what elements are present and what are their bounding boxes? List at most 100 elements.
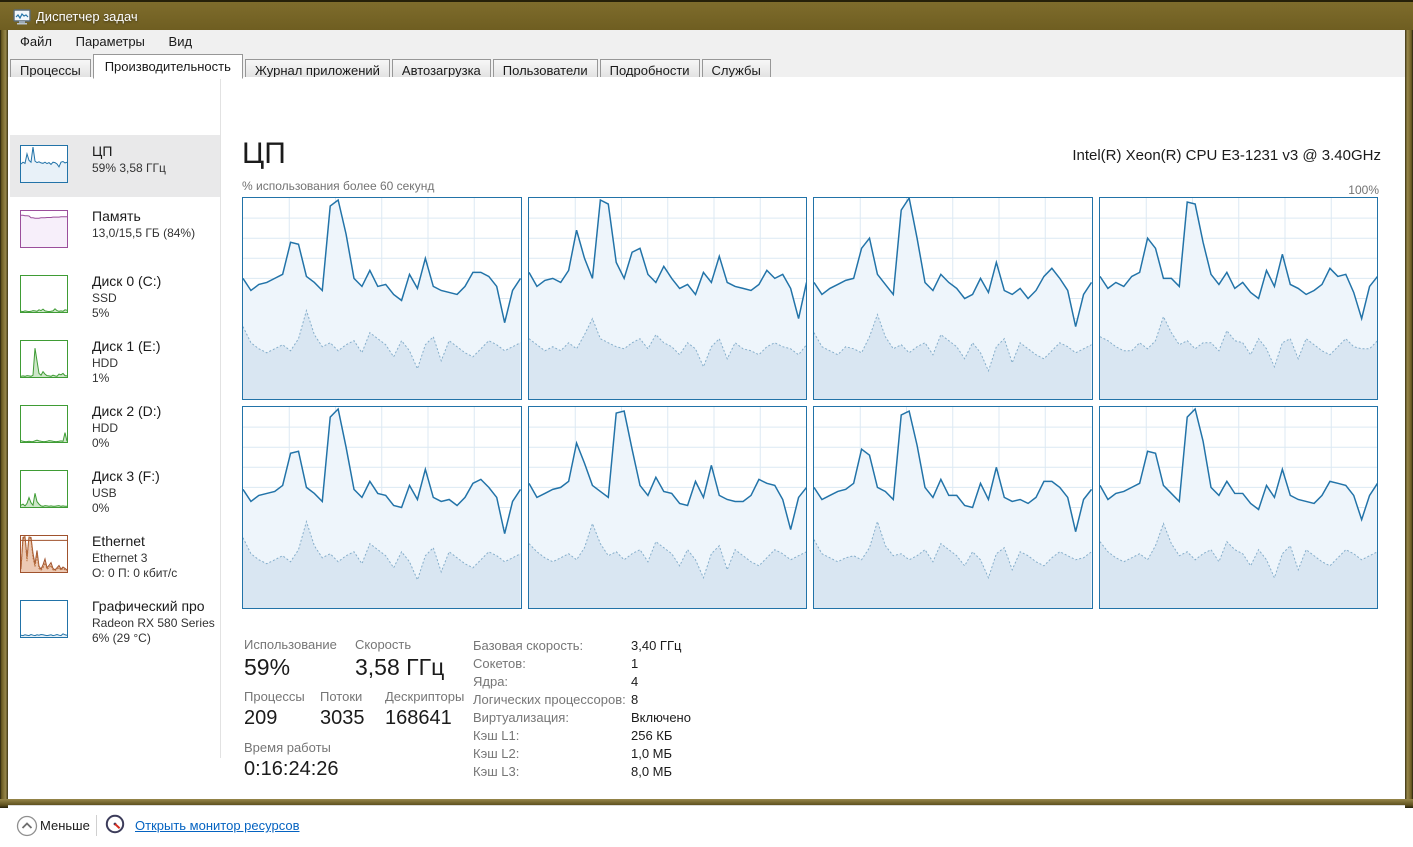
sidebar-item-detail: 13,0/15,5 ГБ (84%) [92, 226, 196, 240]
processes-label: Процессы [244, 689, 305, 704]
task-manager-icon [13, 9, 31, 25]
sidebar-item-detail: 59% 3,58 ГГц [92, 161, 166, 175]
menu-file[interactable]: Файл [10, 30, 62, 53]
sidebar-item-disk2[interactable]: Диск 2 (D:) HDD 0% [10, 395, 220, 457]
menu-bar: Файл Параметры Вид [8, 30, 1405, 54]
sidebar-item-detail: HDD [92, 421, 118, 435]
usage-value: 59% [244, 654, 291, 680]
sidebar-item-disk3[interactable]: Диск 3 (F:) USB 0% [10, 460, 220, 522]
cpu-core-graph [242, 406, 522, 609]
window-content: Файл Параметры Вид Процессы Производитель… [8, 30, 1405, 847]
sidebar-item-detail: 6% (29 °C) [92, 631, 151, 645]
cpu-core-graph [813, 406, 1093, 609]
sidebar-item-detail: 1% [92, 371, 110, 385]
sidebar-item-title: Ethernet [92, 533, 145, 549]
graph-subtitle: % использования более 60 секунд [242, 179, 435, 193]
spec-label: Виртуализация: [473, 710, 569, 725]
spec-row: Виртуализация: Включено [473, 709, 893, 727]
spec-label: Кэш L3: [473, 764, 520, 779]
sidebar-item-ethernet[interactable]: Ethernet Ethernet 3 О: 0 П: 0 кбит/с [10, 525, 220, 587]
footer-bar: Меньше Открыть монитор ресурсов [8, 805, 1405, 847]
open-resource-monitor-link[interactable]: Открыть монитор ресурсов [135, 818, 299, 833]
title-bar[interactable]: Диспетчер задач [0, 0, 1413, 30]
spec-value: 256 КБ [631, 728, 673, 743]
sidebar-divider [220, 79, 221, 758]
sidebar-item-detail: SSD [92, 291, 117, 305]
disk0-mini-graph [20, 275, 68, 313]
performance-pane: ЦП 59% 3,58 ГГц Память 13,0/15,5 ГБ (84%) … [8, 77, 1405, 847]
tab-strip: Процессы Производительность Журнал приложе… [10, 54, 1403, 80]
threads-label: Потоки [320, 689, 363, 704]
speed-value: 3,58 ГГц [355, 654, 445, 680]
spec-value: 1,0 МБ [631, 746, 673, 761]
cpu-core-graph [527, 406, 807, 609]
spec-row: Логических процессоров: 8 [473, 691, 893, 709]
cpu-core-graph [527, 197, 807, 400]
gpu-mini-graph [20, 600, 68, 638]
sidebar-item-detail: Radeon RX 580 Series [92, 616, 215, 630]
sidebar-item-memory[interactable]: Память 13,0/15,5 ГБ (84%) [10, 200, 220, 262]
cpu-mini-graph [20, 145, 68, 183]
sidebar-item-title: Память [92, 208, 141, 224]
page-title: ЦП [242, 137, 286, 170]
sidebar-item-cpu[interactable]: ЦП 59% 3,58 ГГц [10, 135, 220, 197]
spec-row: Сокетов: 1 [473, 655, 893, 673]
cpu-core-graph [1098, 406, 1378, 609]
memory-mini-graph [20, 210, 68, 248]
sidebar-item-title: Диск 0 (C:) [92, 273, 162, 289]
menu-options[interactable]: Параметры [66, 30, 155, 53]
graph-scale-label: 100% [1348, 183, 1379, 197]
spec-label: Кэш L1: [473, 728, 520, 743]
cpu-model-name: Intel(R) Xeon(R) CPU E3-1231 v3 @ 3.40GH… [1072, 147, 1381, 164]
sidebar-item-gpu[interactable]: Графический про Radeon RX 580 Series 6% (2… [10, 590, 220, 652]
uptime-label: Время работы [244, 740, 331, 755]
spec-value: 8,0 МБ [631, 764, 673, 779]
spec-row: Кэш L3: 8,0 МБ [473, 763, 893, 781]
spec-label: Кэш L2: [473, 746, 520, 761]
spec-row: Кэш L2: 1,0 МБ [473, 745, 893, 763]
spec-label: Базовая скорость: [473, 638, 584, 653]
cpu-spec-list: Базовая скорость: 3,40 ГГц Сокетов: 1 Ядра… [473, 637, 893, 781]
sidebar-item-title: Графический про [92, 598, 205, 614]
sidebar-item-title: Диск 1 (E:) [92, 338, 161, 354]
handles-label: Дескрипторы [385, 689, 465, 704]
menu-view[interactable]: Вид [159, 30, 203, 53]
spec-row: Ядра: 4 [473, 673, 893, 691]
disk3-mini-graph [20, 470, 68, 508]
spec-label: Ядра: [473, 674, 509, 689]
handles-value: 168641 [385, 707, 452, 729]
speed-label: Скорость [355, 637, 412, 652]
sidebar-item-disk1[interactable]: Диск 1 (E:) HDD 1% [10, 330, 220, 392]
tab-performance[interactable]: Производительность [92, 54, 243, 79]
spec-label: Логических процессоров: [473, 692, 626, 707]
ethernet-mini-graph [20, 535, 68, 573]
sidebar-item-title: Диск 2 (D:) [92, 403, 162, 419]
cpu-core-graphs [242, 197, 1378, 609]
spec-value: Включено [631, 710, 691, 725]
sidebar-item-detail: 0% [92, 436, 110, 450]
usage-label: Использование [244, 637, 337, 652]
sidebar-item-detail: USB [92, 486, 117, 500]
processes-value: 209 [244, 707, 278, 729]
resource-monitor-link-group[interactable]: Открыть монитор ресурсов [105, 814, 299, 839]
spec-row: Базовая скорость: 3,40 ГГц [473, 637, 893, 655]
sidebar: ЦП 59% 3,58 ГГц Память 13,0/15,5 ГБ (84%) … [8, 77, 220, 758]
threads-value: 3035 [320, 707, 365, 729]
collapse-button-label[interactable]: Меньше [40, 818, 90, 833]
disk2-mini-graph [20, 405, 68, 443]
sidebar-item-title: ЦП [92, 143, 113, 159]
spec-value: 3,40 ГГц [631, 638, 682, 653]
collapse-button[interactable] [16, 815, 38, 837]
cpu-core-graph [1098, 197, 1378, 400]
spec-value: 8 [631, 692, 639, 707]
sidebar-item-disk0[interactable]: Диск 0 (C:) SSD 5% [10, 265, 220, 327]
resource-monitor-icon [105, 814, 125, 834]
uptime-value: 0:16:24:26 [244, 758, 339, 780]
spec-label: Сокетов: [473, 656, 526, 671]
footer-separator [96, 815, 97, 836]
spec-row: Кэш L1: 256 КБ [473, 727, 893, 745]
sidebar-item-detail: HDD [92, 356, 118, 370]
sidebar-item-detail: 5% [92, 306, 110, 320]
sidebar-item-detail: 0% [92, 501, 110, 515]
sidebar-item-title: Диск 3 (F:) [92, 468, 160, 484]
